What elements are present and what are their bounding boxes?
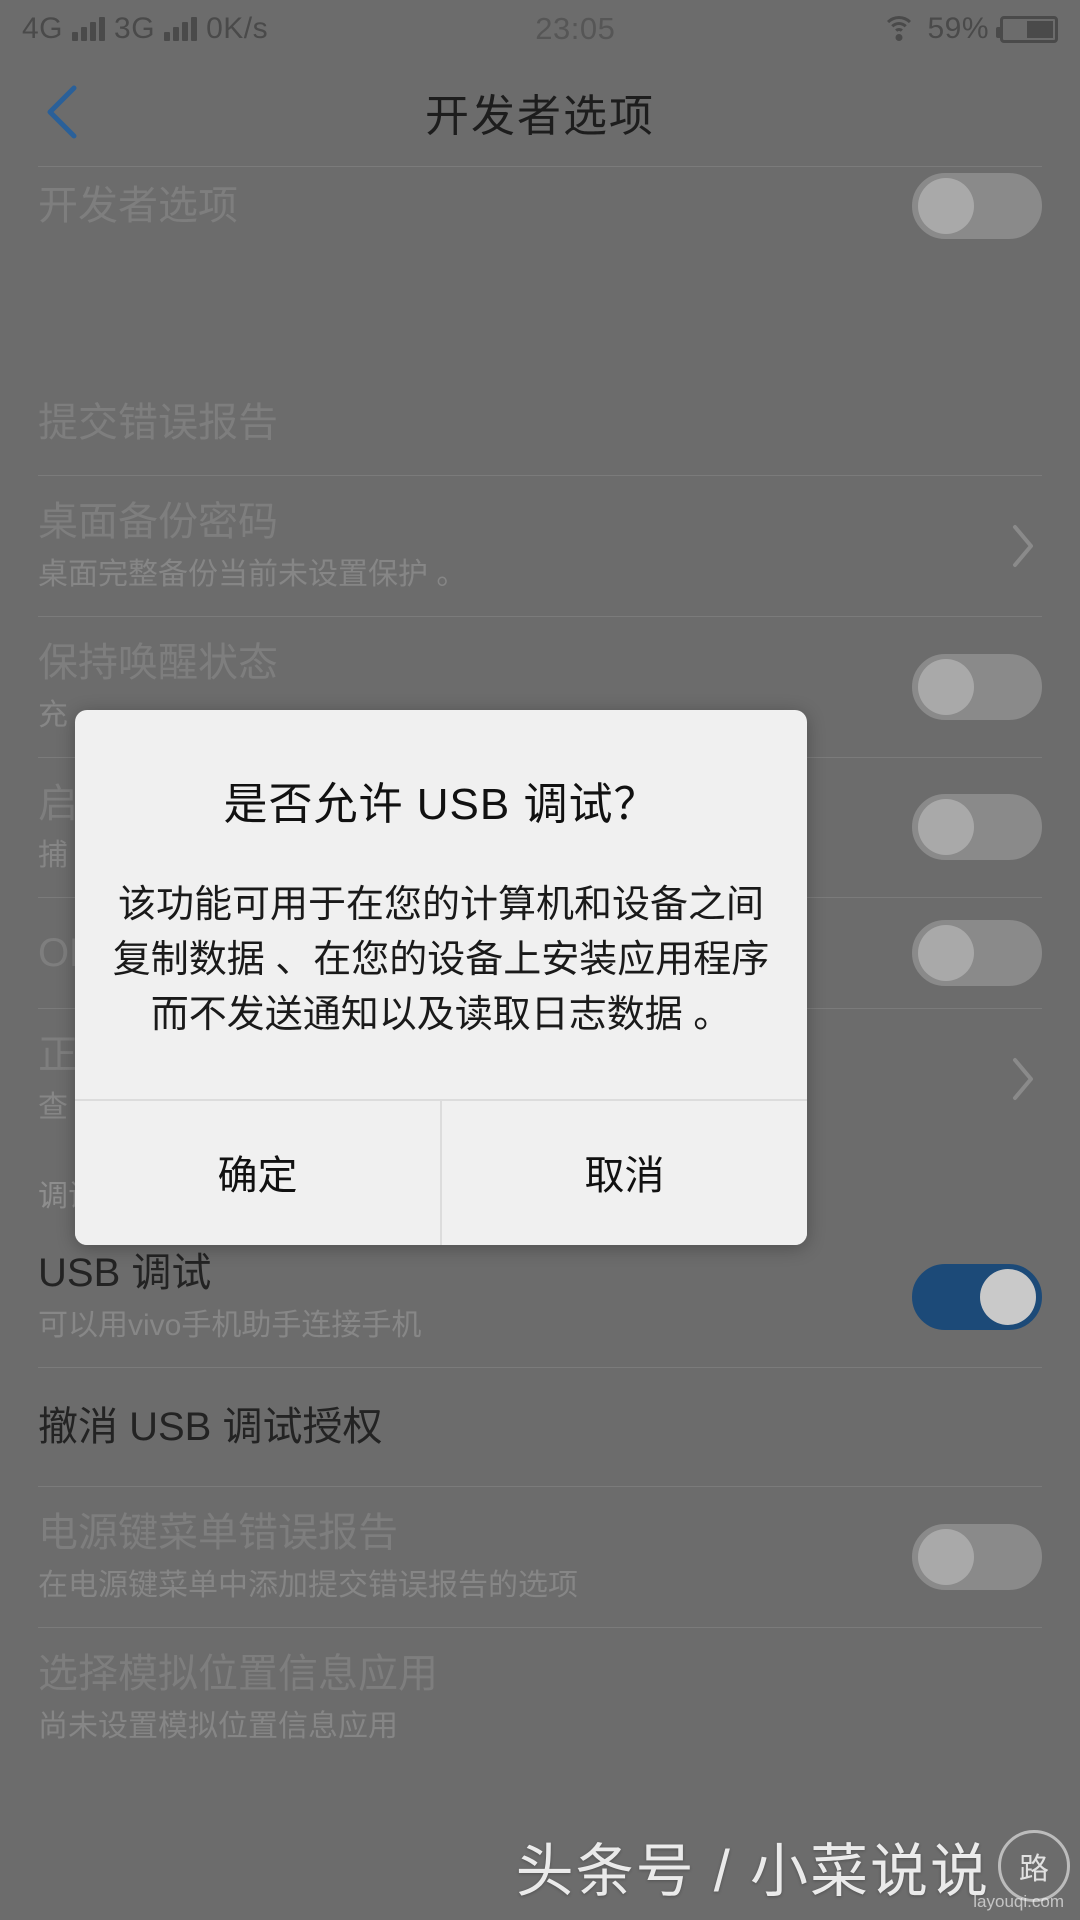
usb-debugging-dialog: 是否允许 USB 调试？ 该功能可用于在您的计算机和设备之间复制数据 、在您的设… xyxy=(75,710,807,1246)
confirm-button[interactable]: 确定 xyxy=(75,1101,440,1246)
cancel-button[interactable]: 取消 xyxy=(442,1101,807,1246)
dialog-actions: 确定 取消 xyxy=(75,1101,807,1246)
dialog-message: 该功能可用于在您的计算机和设备之间复制数据 、在您的设备上安装应用程序而不发送通… xyxy=(112,884,770,1037)
dialog-title: 是否允许 USB 调试？ xyxy=(223,780,659,829)
